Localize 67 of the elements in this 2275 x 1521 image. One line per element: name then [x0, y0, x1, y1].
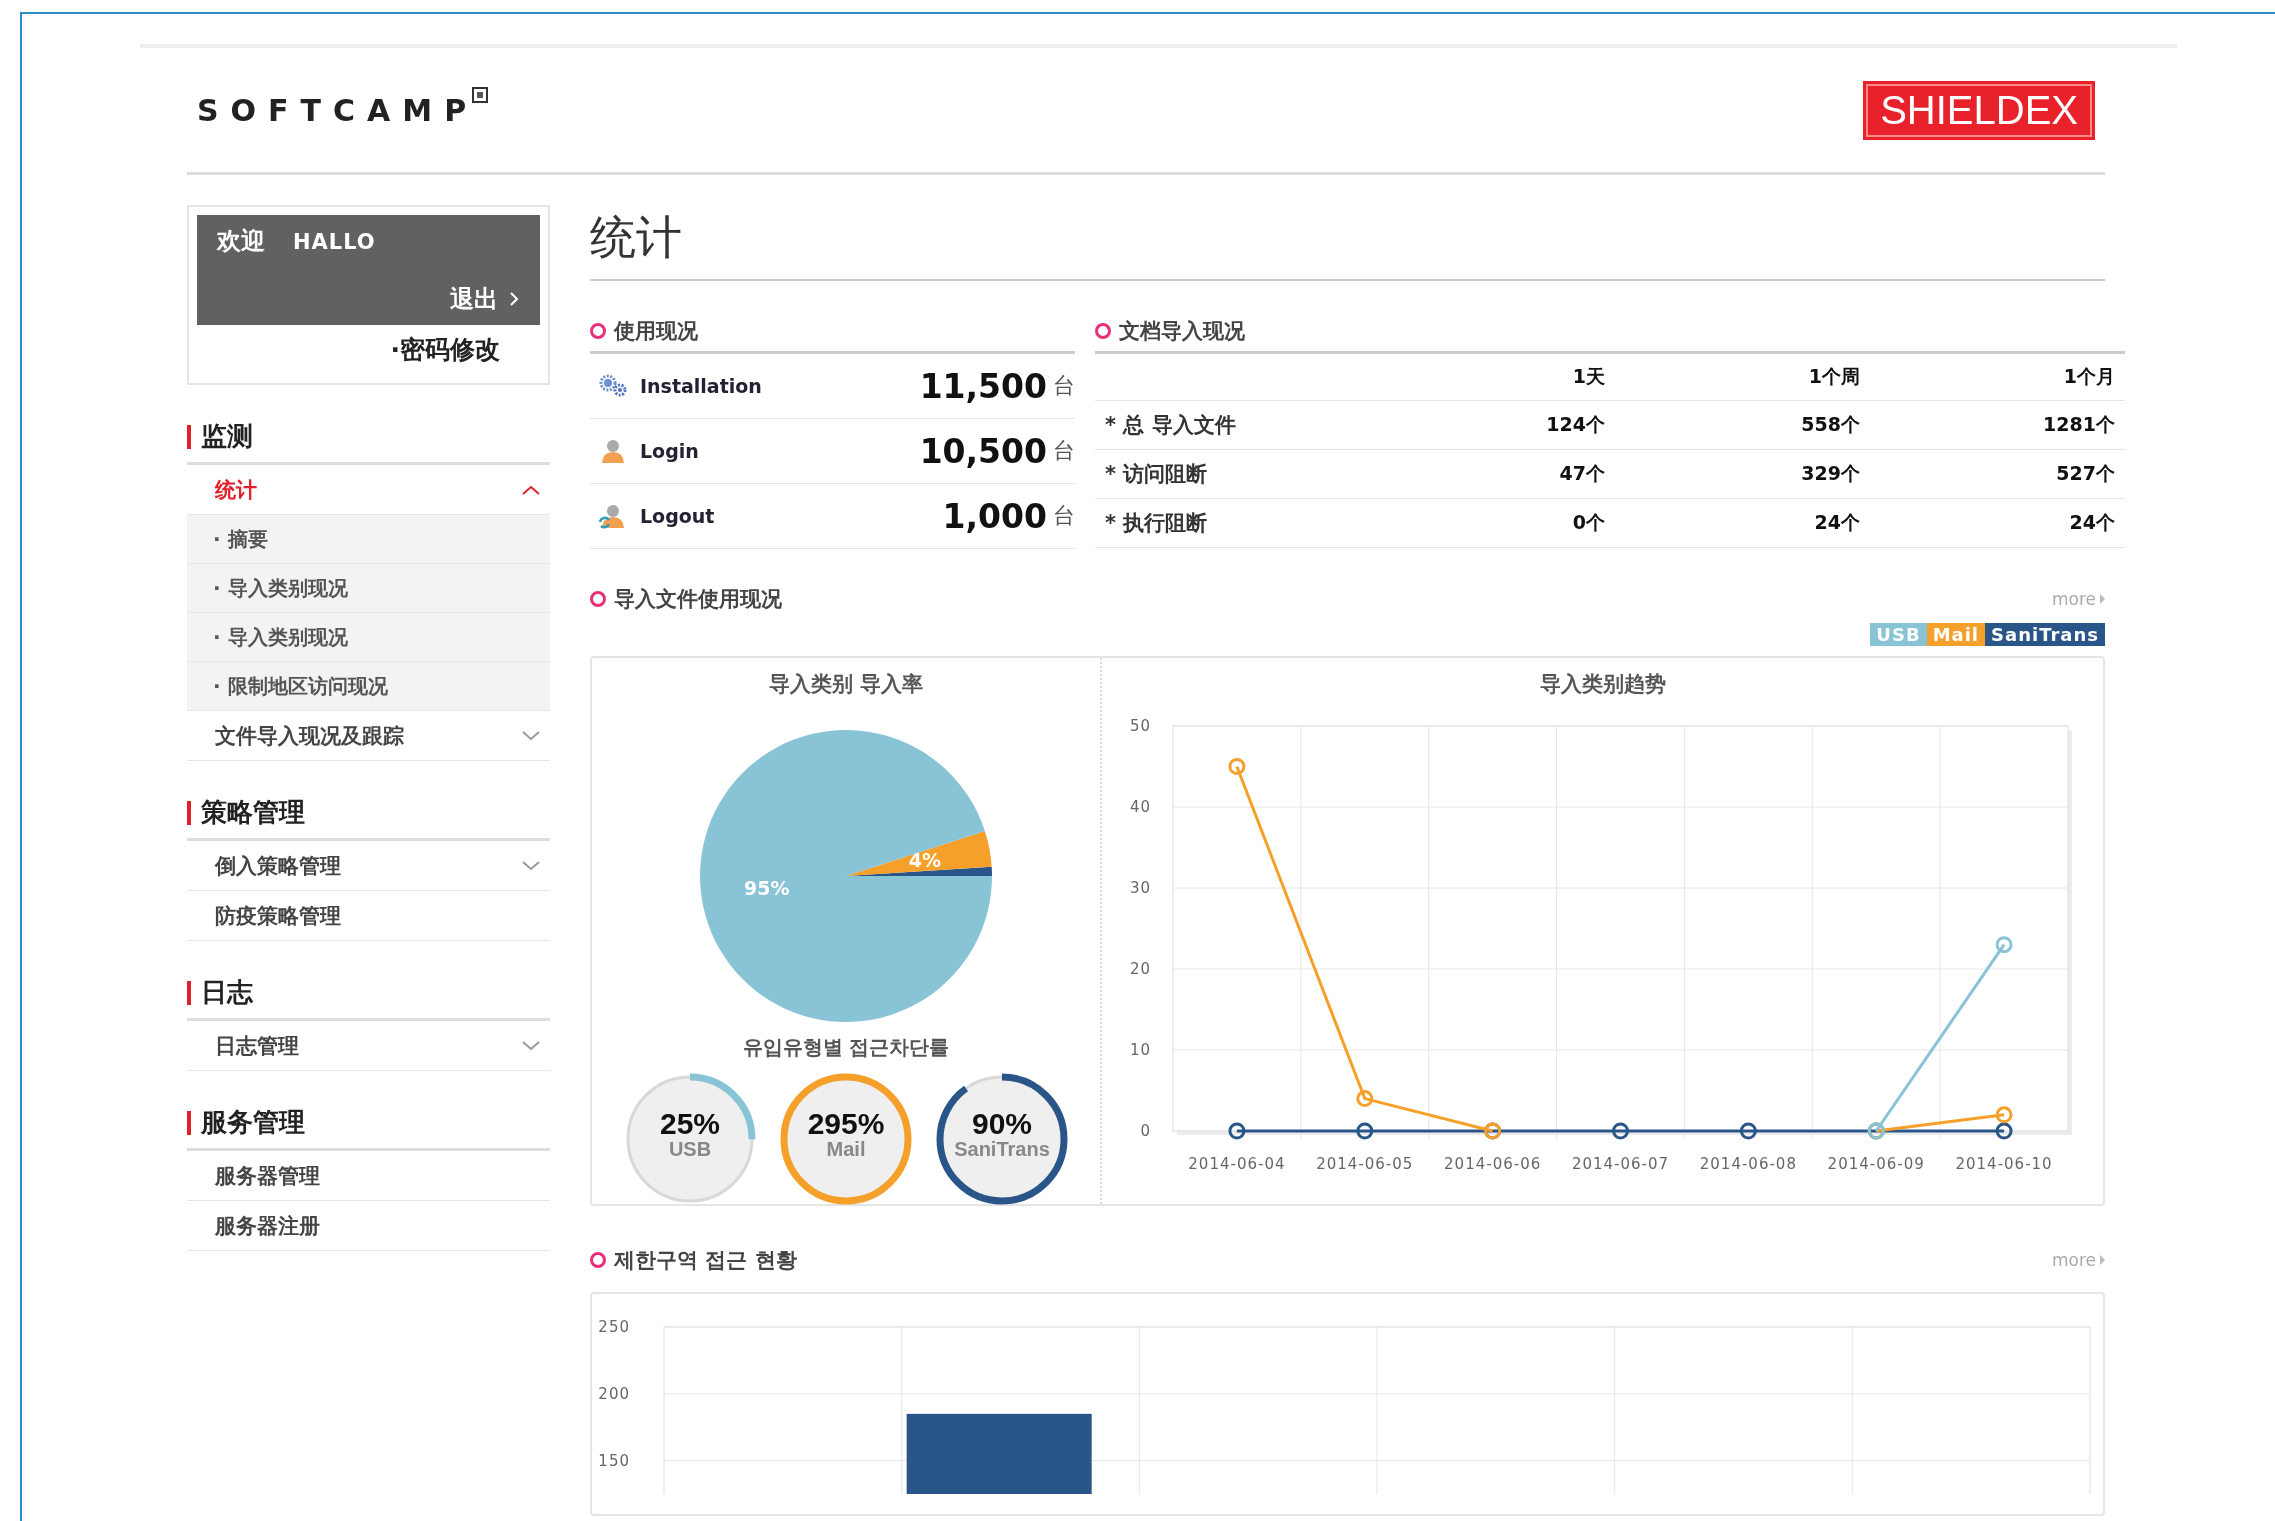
gauge-label: USB	[668, 1139, 712, 1159]
axis-tick-label: 250	[598, 1318, 630, 1336]
stat-label: Logout	[640, 505, 716, 527]
row-label: * 访问阻断	[1104, 461, 1209, 488]
axis-tick-label: 10	[1129, 1041, 1151, 1059]
menu-section-title: 监测	[201, 420, 253, 453]
stat-value: 10,500	[919, 431, 1047, 471]
gauge-value: 25%	[659, 1109, 720, 1139]
axis-tick-label: 200	[598, 1384, 630, 1403]
row-label: * 总 导入文件	[1104, 412, 1237, 439]
section-title: 使用现况	[614, 318, 698, 345]
axis-tick-label: 0	[1139, 1122, 1151, 1140]
axis-tick-label: 150	[598, 1451, 630, 1470]
axis-tick-label: 20	[1129, 960, 1151, 978]
unit-text: 台	[1053, 372, 1075, 400]
section-title: 文档导入现况	[1119, 318, 1245, 345]
menu-section-title: 服务管理	[201, 1106, 305, 1139]
table-cell-text: 329个	[1800, 461, 1861, 486]
brand-logo: SHIELDEX	[1863, 80, 2095, 140]
chart-title: 导入类别 导入率	[768, 671, 924, 698]
row-label: * 执行阻断	[1104, 510, 1209, 537]
section-title: 제한구역 접근 현황	[614, 1247, 797, 1274]
table-cell-text: 24个	[1813, 510, 1861, 535]
stat-label: Login	[640, 440, 700, 462]
gauge-label: SaniTrans	[954, 1139, 1050, 1159]
greeting-text: 欢迎	[217, 226, 265, 257]
axis-tick-label: 2014-06-05	[1315, 1155, 1413, 1173]
gauge-label: Mail	[826, 1139, 866, 1159]
unit-text: 台	[1053, 502, 1075, 530]
column-header: 1个周	[1807, 364, 1861, 389]
axis-tick-label: 2014-06-08	[1699, 1155, 1797, 1173]
logo: SOFTCAMP	[197, 92, 479, 128]
gauges-title: 유입유형별 접근차단률	[742, 1034, 950, 1061]
axis-tick-label: 2014-06-07	[1571, 1155, 1669, 1173]
axis-tick-label: 2014-06-09	[1827, 1155, 1925, 1173]
table-cell-text: 527个	[2055, 461, 2116, 486]
column-header: 1天	[1571, 364, 1606, 389]
table-cell-text: 558个	[1800, 412, 1861, 437]
user-name: HALLO	[293, 230, 376, 254]
axis-tick-label: 30	[1129, 879, 1151, 897]
column-header: 1个月	[2062, 364, 2116, 389]
table-cell-text: 24个	[2068, 510, 2116, 535]
stat-value: 1,000	[942, 496, 1047, 536]
axis-tick-label: 2014-06-10	[1955, 1155, 2053, 1173]
table-cell-text: 124个	[1545, 412, 1606, 437]
table-cell-text: 0个	[1571, 510, 1606, 535]
axis-tick-label: 50	[1129, 717, 1151, 735]
page-title: 统计	[590, 205, 2105, 281]
slice-label: 4%	[908, 849, 942, 871]
table-cell-text: 47个	[1558, 461, 1606, 486]
stat-label: Installation	[640, 375, 763, 397]
axis-tick-label: 2014-06-06	[1443, 1155, 1541, 1173]
legend-item: SaniTrans	[1985, 623, 2105, 646]
section-title: 导入文件使用现况	[614, 586, 782, 613]
legend-item: Mail	[1926, 623, 1986, 646]
axis-tick-label: 40	[1129, 798, 1151, 816]
menu-section-title: 策略管理	[201, 796, 305, 829]
menu-section-title: 日志	[201, 976, 253, 1009]
gauge-value: 90%	[971, 1109, 1032, 1139]
stat-value: 11,500	[919, 366, 1047, 406]
unit-text: 台	[1053, 437, 1075, 465]
axis-tick-label: 2014-06-04	[1187, 1155, 1285, 1173]
table-cell-text: 1281个	[2042, 412, 2116, 437]
gauge-value: 295%	[807, 1109, 885, 1139]
slice-label: 95%	[743, 876, 790, 899]
legend-item: USB	[1870, 623, 1927, 646]
chart-title: 导入类别趋势	[1539, 671, 1666, 698]
